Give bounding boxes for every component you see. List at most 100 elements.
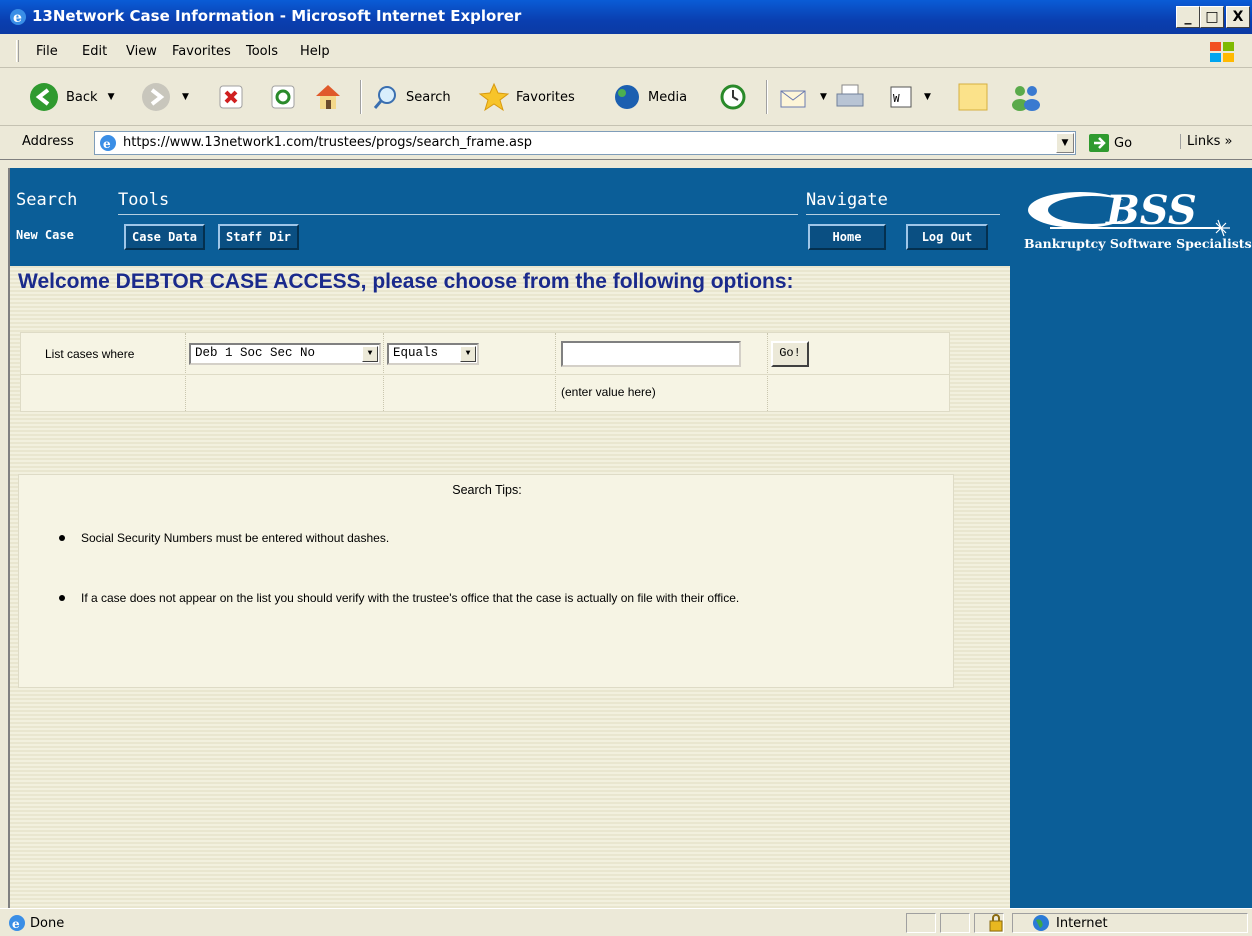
address-input[interactable]: e https://www.13network1.com/trustees/pr…: [94, 131, 1076, 155]
status-cell: [906, 913, 936, 933]
edit-icon: W: [890, 86, 912, 108]
operator-select[interactable]: Equals ▼: [387, 343, 479, 365]
side-panel: [1010, 168, 1252, 908]
nav-tools-label: Tools: [118, 190, 170, 210]
edit-dropdown-icon[interactable]: ▼: [924, 92, 931, 102]
page-icon: e: [100, 135, 116, 151]
messenger-icon: [1012, 86, 1040, 111]
value-hint: (enter value here): [561, 385, 656, 399]
bss-logo: BSS: [1028, 187, 1230, 237]
menu-view[interactable]: View: [126, 44, 157, 59]
chevron-down-icon[interactable]: ▼: [460, 346, 476, 362]
stop-icon: [219, 85, 243, 109]
row-divider: [21, 374, 949, 375]
discuss-icon: [958, 83, 988, 111]
chevron-right-icon: »: [1224, 134, 1233, 149]
favorites-button[interactable]: Favorites: [478, 80, 575, 114]
print-icon: [836, 84, 864, 107]
bullet-icon: [59, 595, 65, 601]
address-dropdown-icon[interactable]: ▼: [1056, 133, 1074, 153]
nav-panel: Search Tools Navigate New Case Case Data…: [10, 168, 1010, 266]
nav-divider: [118, 214, 798, 215]
standard-toolbar: Back ▼ ▼ Search Favorites Media ▼ W ▼: [0, 68, 1252, 126]
log-out-button[interactable]: Log Out: [906, 224, 988, 250]
forward-arrow-icon: [142, 83, 170, 111]
menu-bar: File Edit View Favorites Tools Help: [0, 34, 1252, 68]
cell-divider: [185, 333, 186, 411]
back-button[interactable]: Back ▼: [28, 80, 114, 114]
media-icon: [615, 85, 639, 109]
mail-dropdown-icon[interactable]: ▼: [820, 92, 827, 102]
menubar-grip: [16, 40, 19, 62]
operator-select-value: Equals: [393, 346, 439, 360]
chevron-down-icon[interactable]: ▼: [362, 346, 378, 362]
address-url: https://www.13network1.com/trustees/prog…: [123, 135, 533, 150]
list-cases-label: List cases where: [45, 347, 135, 361]
search-tips-panel: Search Tips: Social Security Numbers mus…: [18, 474, 954, 688]
menu-help[interactable]: Help: [300, 44, 330, 59]
menu-edit[interactable]: Edit: [82, 44, 107, 59]
case-data-button[interactable]: Case Data: [124, 224, 206, 250]
refresh-button[interactable]: [270, 80, 296, 114]
menu-file[interactable]: File: [36, 44, 58, 59]
close-button[interactable]: X: [1226, 6, 1250, 28]
minimize-button[interactable]: _: [1176, 6, 1200, 28]
nav-search-label: Search: [16, 190, 78, 210]
back-arrow-icon: [30, 83, 58, 111]
toolbar-separator: [766, 80, 768, 114]
discuss-button[interactable]: [956, 80, 992, 114]
back-label: Back: [66, 89, 98, 105]
cell-divider: [767, 333, 768, 411]
cell-divider: [555, 333, 556, 411]
print-button[interactable]: [834, 80, 866, 114]
window-titlebar: e 13Network Case Information - Microsoft…: [0, 0, 1252, 34]
forward-dropdown-icon[interactable]: ▼: [182, 92, 189, 102]
go-search-button[interactable]: Go!: [771, 341, 809, 367]
field-select[interactable]: Deb 1 Soc Sec No ▼: [189, 343, 381, 365]
history-button[interactable]: [718, 80, 748, 114]
forward-button[interactable]: ▼: [140, 80, 189, 114]
nav-divider: [806, 214, 1000, 215]
bss-logo-text: BSS: [1105, 187, 1197, 234]
media-button[interactable]: Media: [612, 80, 687, 114]
mail-icon: [780, 90, 806, 108]
search-button[interactable]: Search: [372, 80, 451, 114]
home-button[interactable]: [312, 80, 344, 114]
search-icon: [373, 86, 396, 109]
back-dropdown-icon[interactable]: ▼: [108, 92, 115, 102]
favorites-star-icon: [478, 82, 510, 112]
lock-icon[interactable]: [988, 913, 1004, 933]
mail-button[interactable]: ▼: [778, 80, 827, 114]
maximize-button[interactable]: □: [1200, 6, 1224, 28]
new-case-button[interactable]: New Case: [12, 224, 78, 250]
search-form: List cases where Deb 1 Soc Sec No ▼ Equa…: [20, 332, 950, 412]
links-button[interactable]: Links »: [1180, 134, 1233, 149]
favorites-label: Favorites: [516, 89, 575, 105]
svg-text:W: W: [893, 92, 900, 105]
go-button[interactable]: Go: [1088, 133, 1132, 153]
menu-favorites[interactable]: Favorites: [172, 44, 231, 59]
bullet-icon: [59, 535, 65, 541]
home-nav-button[interactable]: Home: [808, 224, 886, 250]
zone-label: Internet: [1056, 916, 1108, 931]
tip-item: If a case does not appear on the list yo…: [81, 591, 740, 605]
field-select-value: Deb 1 Soc Sec No: [195, 346, 316, 360]
svg-text:e: e: [103, 137, 111, 151]
messenger-button[interactable]: [1008, 80, 1044, 114]
svg-text:e: e: [12, 917, 20, 931]
history-icon: [720, 84, 746, 110]
staff-dir-button[interactable]: Staff Dir: [218, 224, 300, 250]
search-value-input[interactable]: [561, 341, 741, 367]
links-label: Links: [1187, 134, 1221, 149]
go-arrow-icon: [1089, 134, 1109, 152]
page-status-icon: e: [9, 915, 25, 931]
globe-icon: [1033, 915, 1049, 931]
menu-tools[interactable]: Tools: [246, 44, 278, 59]
page-title: Welcome DEBTOR CASE ACCESS, please choos…: [18, 270, 794, 293]
edit-button[interactable]: W ▼: [888, 80, 931, 114]
stop-button[interactable]: [218, 80, 244, 114]
search-label: Search: [406, 89, 451, 105]
refresh-icon: [271, 85, 295, 109]
home-icon: [316, 85, 340, 109]
ie-icon: e: [10, 9, 26, 26]
